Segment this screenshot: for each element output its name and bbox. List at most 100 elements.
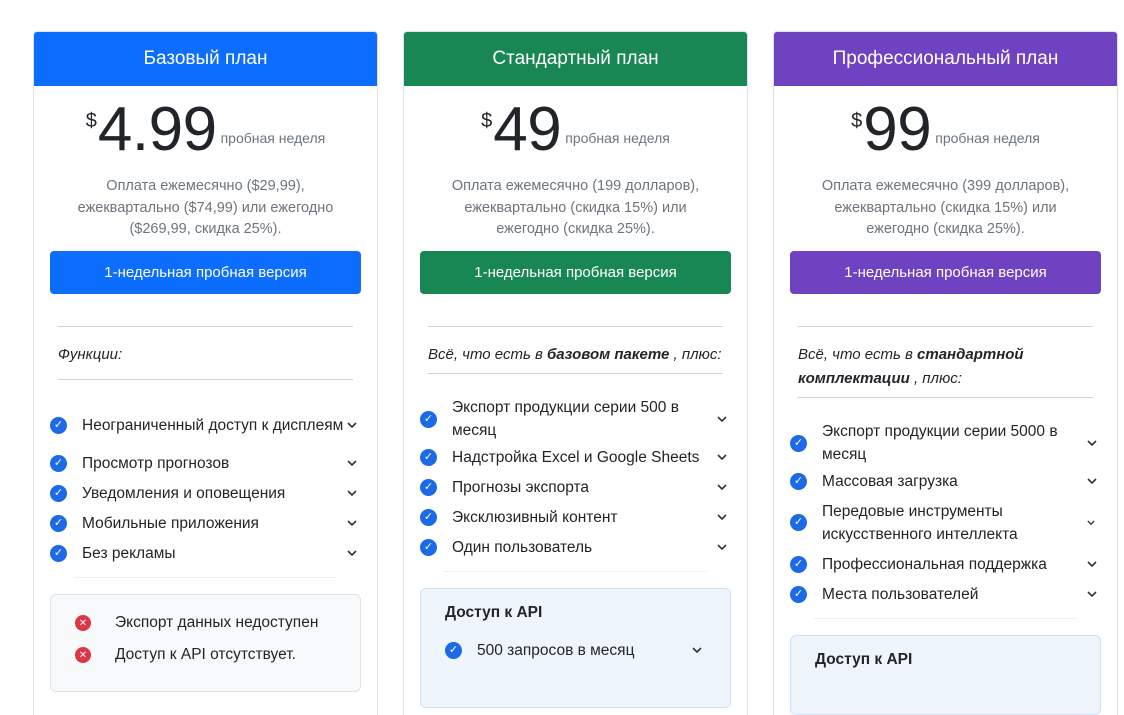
feature-label: Уведомления и оповещения — [82, 484, 286, 502]
chevron-down-icon[interactable] — [692, 646, 706, 654]
features-intro: Всё, что есть в базовом пакете , плюс: — [404, 327, 747, 373]
trial-button-label: 1-недельная пробная версия — [474, 264, 677, 281]
check-circle-icon: ✓ — [50, 544, 67, 562]
features-intro-plan: базовом пакете — [547, 346, 670, 363]
feature-label: Массовая загрузка — [822, 472, 958, 490]
chevron-down-icon[interactable] — [347, 421, 361, 429]
chevron-down-icon[interactable] — [347, 459, 361, 467]
plan-card-professional: Профессиональный план $ 99 пробная недел… — [773, 31, 1118, 715]
chevron-down-icon[interactable] — [717, 453, 731, 461]
trial-button[interactable]: 1-недельная пробная версия — [50, 251, 361, 294]
price-period: пробная неделя — [935, 130, 1040, 146]
feature-item[interactable]: ✓ Уведомления и оповещения — [34, 478, 377, 508]
feature-item[interactable]: ✓ Неограниченный доступ к дисплеям — [34, 402, 377, 448]
limitation-label: Экспорт данных недоступен — [115, 614, 319, 631]
currency-symbol: $ — [851, 110, 863, 132]
chevron-down-icon[interactable] — [1087, 520, 1101, 526]
billing-line: ежегодно (скидка 25%). — [866, 221, 1025, 237]
chevron-down-icon[interactable] — [717, 415, 731, 423]
price-amount: 49 — [493, 95, 562, 164]
check-circle-icon: ✓ — [420, 538, 437, 556]
price: $ 49 пробная неделя — [404, 86, 747, 176]
chevron-down-icon[interactable] — [1087, 560, 1101, 568]
feature-item[interactable]: ✓ Профессиональная поддержка — [774, 549, 1117, 579]
feature-item[interactable]: ✓ Массовая загрузка — [774, 466, 1117, 496]
feature-item[interactable]: ✓ Экспорт продукции серии 5000 в месяц — [774, 420, 1117, 466]
check-circle-icon: ✓ — [420, 448, 437, 466]
feature-label: Надстройка Excel и Google Sheets — [452, 448, 700, 466]
x-circle-icon: ✕ — [75, 647, 91, 663]
api-access-box: Доступ к API ✓ 500 запросов в месяц — [420, 588, 731, 708]
plan-title: Профессиональный план — [832, 48, 1059, 69]
chevron-down-icon[interactable] — [717, 513, 731, 521]
feature-label: Эксклюзивный контент — [452, 508, 618, 526]
check-circle-icon: ✓ — [50, 514, 67, 532]
billing-line: ежеквартально (скидка 15%) или — [464, 199, 687, 216]
plan-title: Базовый план — [143, 48, 268, 69]
api-access-title: Доступ к API — [815, 651, 913, 668]
x-circle-icon: ✕ — [75, 615, 91, 631]
feature-item[interactable]: ✓ Один пользователь — [404, 532, 747, 562]
chevron-down-icon[interactable] — [717, 543, 731, 551]
check-circle-icon: ✓ — [50, 416, 67, 434]
features-intro-text: Функции: — [58, 346, 123, 363]
feature-item[interactable]: ✓ Экспорт продукции серии 500 в месяц — [404, 396, 747, 442]
limitations-box: ✕ Экспорт данных недоступен ✕ Доступ к A… — [50, 594, 361, 692]
trial-button[interactable]: 1-недельная пробная версия — [420, 251, 731, 294]
features-intro-text: Всё, что есть в — [798, 346, 913, 363]
feature-item[interactable]: ✓ Без рекламы — [34, 538, 377, 568]
api-feature-item[interactable]: ✓ 500 запросов в месяц — [421, 632, 730, 668]
api-feature-label: 500 запросов в месяц — [477, 641, 635, 659]
check-circle-icon: ✓ — [790, 585, 807, 603]
price-amount: 99 — [863, 95, 932, 164]
chevron-down-icon[interactable] — [717, 483, 731, 491]
billing-line: Оплата ежемесячно ($29,99), — [106, 178, 305, 194]
limitation-label: Доступ к API отсутствует. — [115, 646, 296, 663]
billing-description: Оплата ежемесячно ($29,99), ежеквартальн… — [34, 176, 377, 251]
feature-item[interactable]: ✓ Просмотр прогнозов — [34, 448, 377, 478]
feature-item[interactable]: ✓ Прогнозы экспорта — [404, 472, 747, 502]
trial-button[interactable]: 1-недельная пробная версия — [790, 251, 1101, 294]
feature-label: Экспорт продукции серии 5000 в месяц — [822, 423, 1058, 463]
feature-item[interactable]: ✓ Места пользователей — [774, 579, 1117, 609]
feature-label: Неограниченный доступ к дисплеям — [82, 416, 344, 434]
check-circle-icon: ✓ — [790, 514, 807, 531]
plan-header: Базовый план — [34, 32, 377, 86]
check-circle-icon: ✓ — [50, 484, 67, 502]
features-intro: Всё, что есть в стандартной комплектации… — [774, 327, 1117, 397]
plan-header: Профессиональный план — [774, 32, 1117, 86]
currency-symbol: $ — [85, 110, 97, 132]
feature-item[interactable]: ✓ Мобильные приложения — [34, 508, 377, 538]
billing-line: Оплата ежемесячно (399 долларов), — [821, 178, 1070, 194]
feature-item[interactable]: ✓ Надстройка Excel и Google Sheets — [404, 442, 747, 472]
price: $ 99 пробная неделя — [774, 86, 1117, 176]
api-access-title: Доступ к API — [445, 604, 543, 621]
check-circle-icon: ✓ — [420, 410, 437, 428]
chevron-down-icon[interactable] — [347, 489, 361, 497]
billing-line: ежеквартально ($74,99) или ежегодно — [77, 199, 334, 216]
feature-label: Без рекламы — [82, 544, 176, 562]
chevron-down-icon[interactable] — [347, 549, 361, 557]
chevron-down-icon[interactable] — [1087, 590, 1101, 598]
plan-title: Стандартный план — [492, 48, 659, 69]
price-amount: 4.99 — [97, 95, 217, 164]
features-intro-text: Всё, что есть в — [428, 346, 543, 363]
chevron-down-icon[interactable] — [1087, 439, 1101, 447]
feature-item[interactable]: ✓ Передовые инструменты искусственного и… — [774, 496, 1117, 549]
check-circle-icon: ✓ — [445, 641, 462, 659]
billing-line: ($269,99, скидка 25%). — [129, 221, 282, 237]
limitation-item: ✕ Доступ к API отсутствует. — [51, 639, 360, 671]
feature-item[interactable]: ✓ Эксклюзивный контент — [404, 502, 747, 532]
feature-label: Один пользователь — [452, 538, 593, 556]
limitation-item: ✕ Экспорт данных недоступен — [51, 607, 360, 639]
check-circle-icon: ✓ — [790, 472, 807, 490]
chevron-down-icon[interactable] — [1087, 477, 1101, 485]
feature-label: Места пользователей — [822, 585, 979, 603]
billing-line: ежеквартально (скидка 15%) или — [834, 199, 1057, 216]
plan-card-standard: Стандартный план $ 49 пробная неделя Опл… — [403, 31, 748, 715]
features-intro-suffix: , плюс: — [673, 346, 722, 363]
features-intro: Функции: — [34, 327, 377, 379]
check-circle-icon: ✓ — [790, 434, 807, 452]
chevron-down-icon[interactable] — [347, 519, 361, 527]
check-circle-icon: ✓ — [420, 478, 437, 496]
